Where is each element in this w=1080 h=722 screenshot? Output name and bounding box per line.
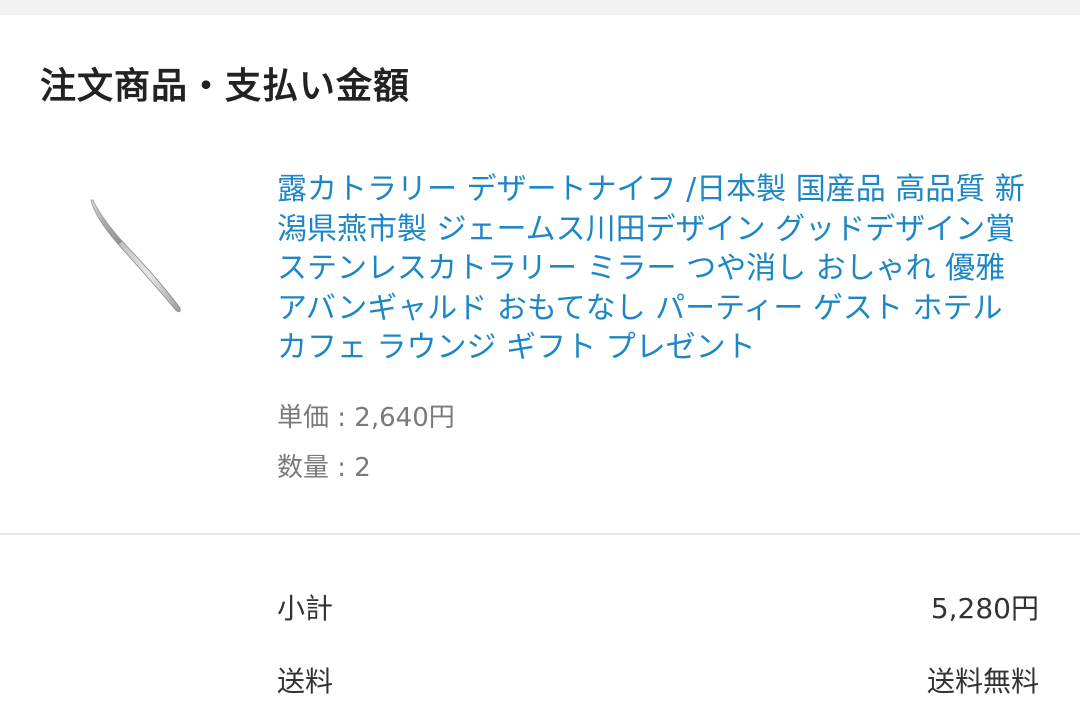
divider — [0, 533, 1080, 535]
unit-price-value: 2,640円 — [354, 403, 455, 433]
quantity: 数量 : 2 — [277, 451, 371, 485]
subtotal-label: 小計 — [277, 592, 334, 625]
unit-price: 単価 : 2,640円 — [277, 401, 455, 435]
product-image[interactable] — [80, 198, 190, 323]
quantity-label: 数量 : — [277, 453, 355, 483]
product-title-link[interactable]: 露カトラリー デザートナイフ /日本製 国産品 高品質 新潟県燕市製 ジェームス… — [277, 170, 1037, 368]
dessert-knife-icon — [90, 199, 181, 313]
quantity-value: 2 — [354, 453, 371, 483]
order-summary-panel: 注文商品・支払い金額 露カトラリー デザートナイフ /日本製 国産品 高品質 新… — [0, 15, 1080, 722]
shipping-value: 送料無料 — [926, 665, 1039, 698]
shipping-label: 送料 — [277, 665, 334, 698]
subtotal-value: 5,280円 — [930, 592, 1039, 625]
section-title: 注文商品・支払い金額 — [40, 66, 411, 107]
unit-price-label: 単価 : — [277, 403, 355, 433]
